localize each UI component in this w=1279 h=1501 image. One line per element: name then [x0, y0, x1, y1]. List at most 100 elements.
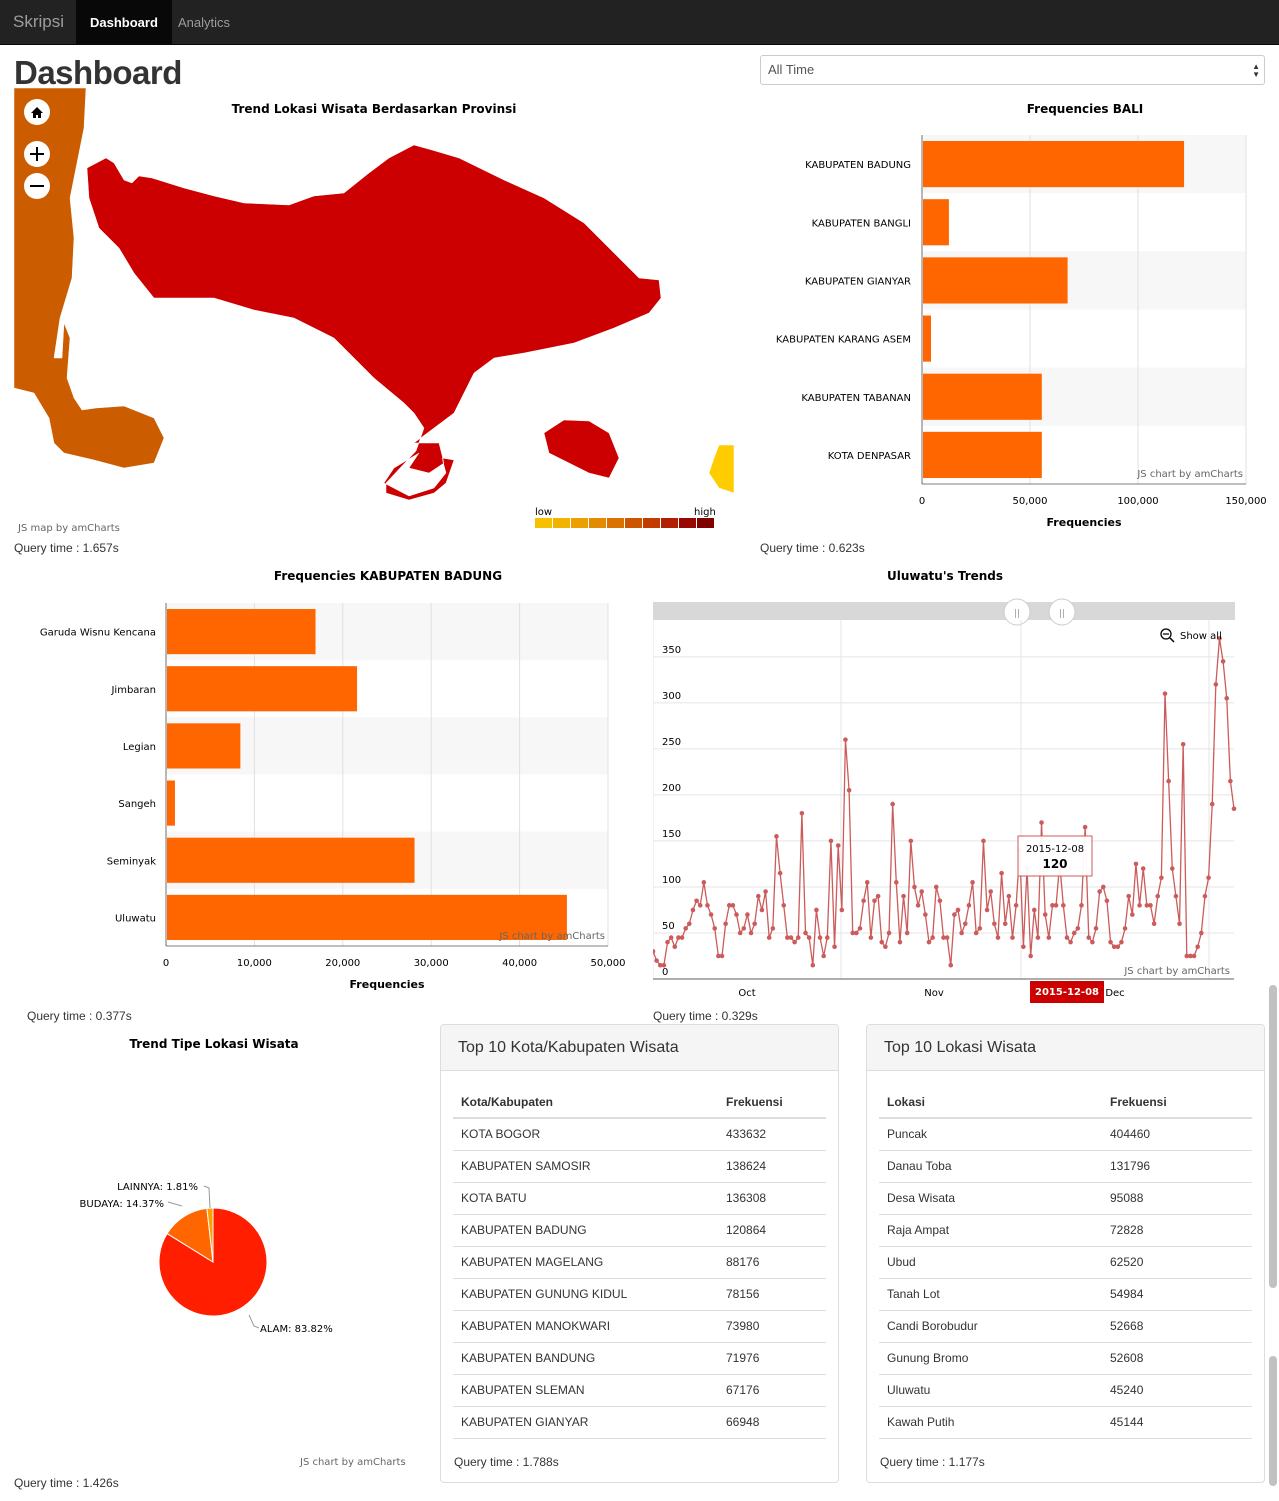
data-point[interactable]: [966, 903, 972, 908]
data-point[interactable]: [1133, 861, 1139, 867]
data-point[interactable]: [857, 926, 863, 931]
data-point[interactable]: [1097, 889, 1102, 894]
pie-credit[interactable]: JS chart by amCharts: [300, 1457, 406, 1468]
data-point[interactable]: [1169, 866, 1175, 871]
bar[interactable]: [923, 431, 1042, 478]
data-point[interactable]: [1010, 935, 1015, 940]
data-point[interactable]: [999, 870, 1004, 876]
data-point[interactable]: [1071, 930, 1077, 936]
data-point[interactable]: [864, 880, 870, 885]
show-all-button[interactable]: Show all: [1160, 628, 1222, 643]
data-point[interactable]: [1140, 866, 1146, 871]
data-point[interactable]: [959, 930, 964, 936]
data-point[interactable]: [1166, 778, 1171, 784]
data-point[interactable]: [723, 921, 728, 927]
data-point[interactable]: [904, 930, 910, 936]
data-point[interactable]: [1061, 903, 1066, 908]
data-point[interactable]: [697, 903, 703, 908]
data-point[interactable]: [653, 949, 656, 954]
data-point[interactable]: [962, 921, 968, 927]
map-region-ntb[interactable]: [708, 444, 735, 494]
data-point[interactable]: [973, 930, 979, 936]
data-point[interactable]: [948, 962, 954, 968]
data-point[interactable]: [803, 930, 808, 936]
data-point[interactable]: [919, 889, 925, 894]
data-point[interactable]: [1090, 939, 1095, 945]
data-point[interactable]: [933, 884, 939, 890]
data-point[interactable]: [1159, 875, 1164, 881]
data-point[interactable]: [799, 811, 805, 816]
map-zoom-out-button[interactable]: [24, 173, 50, 199]
data-point[interactable]: [737, 930, 743, 936]
data-point[interactable]: [661, 962, 667, 968]
data-point[interactable]: [868, 935, 874, 940]
data-point[interactable]: [872, 898, 877, 904]
data-point[interactable]: [1013, 903, 1019, 908]
data-point[interactable]: [1042, 912, 1048, 917]
data-point[interactable]: [828, 838, 834, 844]
bar[interactable]: [923, 257, 1068, 304]
data-point[interactable]: [1119, 939, 1124, 945]
data-point[interactable]: [843, 737, 848, 742]
data-point[interactable]: [1202, 893, 1208, 899]
data-point[interactable]: [1148, 903, 1153, 908]
map-zoom-in-button[interactable]: [24, 141, 50, 167]
data-point[interactable]: [814, 907, 819, 913]
time-filter-select[interactable]: All Time ▲ ▼: [760, 55, 1265, 85]
data-point[interactable]: [701, 880, 707, 885]
data-point[interactable]: [995, 935, 1001, 940]
data-point[interactable]: [886, 930, 892, 936]
data-point[interactable]: [926, 939, 932, 945]
data-point[interactable]: [806, 935, 812, 940]
data-point[interactable]: [897, 939, 903, 945]
data-point[interactable]: [846, 787, 852, 793]
bar[interactable]: [167, 837, 415, 883]
map-home-button[interactable]: [24, 99, 50, 125]
data-point[interactable]: [839, 907, 845, 913]
data-point[interactable]: [1002, 921, 1008, 927]
data-point[interactable]: [1079, 903, 1084, 908]
scrollbar-track[interactable]: [653, 602, 1235, 620]
bar[interactable]: [923, 141, 1185, 188]
data-point[interactable]: [748, 930, 754, 936]
data-point[interactable]: [854, 930, 859, 936]
data-point[interactable]: [759, 907, 765, 913]
data-point[interactable]: [1075, 926, 1081, 931]
data-point[interactable]: [1082, 824, 1088, 830]
brand-link[interactable]: Skripsi: [13, 12, 64, 32]
data-point[interactable]: [665, 939, 670, 945]
data-point[interactable]: [705, 903, 710, 908]
page-scrollbar-thumb[interactable]: [1269, 985, 1277, 1288]
bar[interactable]: [923, 199, 949, 246]
data-point[interactable]: [770, 926, 776, 931]
data-point[interactable]: [654, 958, 659, 963]
data-point[interactable]: [1206, 875, 1211, 881]
data-point[interactable]: [708, 912, 714, 917]
nav-analytics[interactable]: Analytics: [164, 0, 244, 45]
data-point[interactable]: [893, 880, 899, 885]
data-point[interactable]: [1151, 921, 1157, 927]
data-point[interactable]: [763, 889, 768, 894]
data-point[interactable]: [1130, 912, 1135, 917]
data-point[interactable]: [1006, 893, 1012, 899]
data-point[interactable]: [930, 935, 935, 940]
data-point[interactable]: [832, 944, 837, 950]
data-point[interactable]: [1195, 944, 1200, 950]
data-point[interactable]: [992, 921, 997, 927]
data-point[interactable]: [944, 935, 950, 940]
chart-credit[interactable]: JS chart by amCharts: [1123, 966, 1230, 977]
data-point[interactable]: [937, 898, 943, 904]
data-point[interactable]: [1155, 893, 1161, 899]
data-point[interactable]: [1180, 741, 1186, 747]
data-point[interactable]: [745, 912, 750, 917]
data-point[interactable]: [1122, 926, 1128, 931]
data-point[interactable]: [687, 921, 692, 927]
data-point[interactable]: [1093, 926, 1099, 931]
data-point[interactable]: [766, 935, 772, 940]
data-point[interactable]: [988, 889, 994, 894]
data-point[interactable]: [683, 926, 688, 931]
data-point[interactable]: [955, 907, 961, 913]
data-point[interactable]: [977, 926, 983, 931]
data-point[interactable]: [795, 935, 801, 940]
data-point[interactable]: [825, 935, 830, 940]
